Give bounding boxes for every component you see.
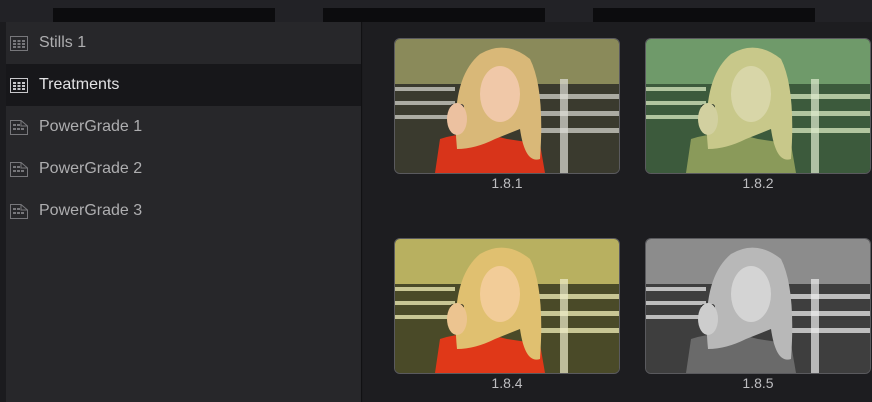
still-label: 1.8.1 [491,175,523,191]
album-item-stills-1[interactable]: Stills 1 [6,22,361,64]
still-item[interactable]: 1.8.4 [394,238,620,391]
still-image [395,39,619,173]
album-item-powergrade-3[interactable]: PowerGrade 3 [6,190,361,232]
powergrade-album-icon [10,161,28,177]
album-item-treatments[interactable]: Treatments [6,64,361,106]
still-thumbnail[interactable] [394,38,620,174]
stills-album-icon [10,77,28,93]
still-image [395,239,619,373]
still-item[interactable]: 1.8.5 [645,238,871,391]
album-label: PowerGrade 3 [39,202,143,219]
album-label: PowerGrade 1 [39,118,143,135]
still-thumbnail[interactable] [394,238,620,374]
stills-gallery: 1.8.1 1.8.2 1.8.4 1.8.5 [363,22,872,402]
powergrade-album-icon [10,203,28,219]
stills-album-icon [10,35,28,51]
toolbar-segment [323,8,545,22]
still-image [646,39,870,173]
still-label: 1.8.2 [742,175,774,191]
still-item[interactable]: 1.8.2 [645,38,871,191]
album-item-powergrade-2[interactable]: PowerGrade 2 [6,148,361,190]
album-item-powergrade-1[interactable]: PowerGrade 1 [6,106,361,148]
still-item[interactable]: 1.8.1 [394,38,620,191]
powergrade-album-icon [10,119,28,135]
still-image [646,239,870,373]
album-label: Stills 1 [39,34,87,51]
still-thumbnail[interactable] [645,38,871,174]
still-thumbnail[interactable] [645,238,871,374]
album-label: Treatments [39,76,120,93]
top-toolbar [0,0,872,22]
toolbar-segment [593,8,815,22]
still-label: 1.8.4 [491,375,523,391]
still-label: 1.8.5 [742,375,774,391]
album-list: Stills 1 Treatments PowerGrade 1 PowerGr… [6,22,362,402]
toolbar-segment [53,8,275,22]
album-label: PowerGrade 2 [39,160,143,177]
